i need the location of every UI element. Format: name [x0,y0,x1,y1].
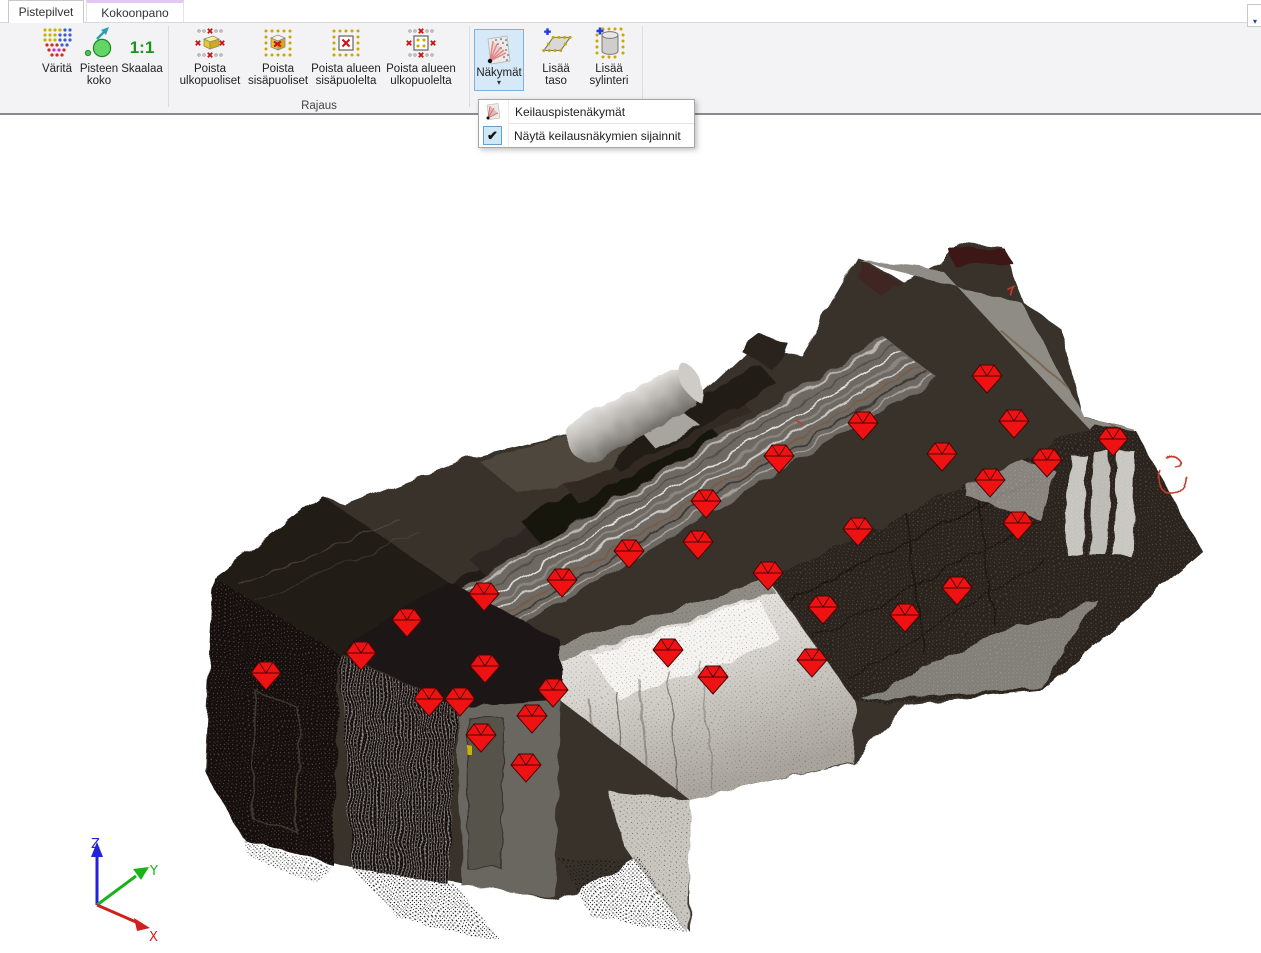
button-label: Lisää taso [532,63,580,87]
button-label: Poista alueen sisäpuolelta [309,63,383,87]
nakymat-button[interactable]: Näkymät ▾ [474,29,524,91]
skaalaa-button[interactable]: 1:1 Skaalaa [120,24,164,75]
ribbon-group-rajaus: Poista ulkopuoliset Poista sisäpuoliset [169,22,469,113]
poista-sisapuoliset-button[interactable]: Poista sisäpuoliset [247,24,309,87]
button-label: Väritä [42,63,72,75]
tab-pistepilvet[interactable]: Pistepilvet [8,0,84,23]
varita-button[interactable]: Väritä [36,24,78,75]
add-cylinder-icon [592,26,626,60]
delete-area-outside-icon [404,26,438,60]
y-axis-label: Y [149,864,158,879]
button-label: Skaalaa [121,63,163,75]
group-separator [642,26,643,107]
application-window: { "tabs": { "items": [ {"label": "Pistep… [0,0,1261,953]
poista-alueen-sisapuolelta-button[interactable]: Poista alueen sisäpuolelta [309,24,383,87]
menu-item-keilauspistenakymat[interactable]: Keilauspistenäkymät [479,100,694,123]
menu-item-label: Näytä keilausnäkymien sijainnit [514,129,681,143]
lisaa-sylinteri-button[interactable]: Lisää sylinteri [580,24,638,87]
x-axis-arrow [134,918,150,931]
button-label: Poista ulkopuoliset [173,63,247,87]
menu-item-nayta-keilausnakymien-sijainnit[interactable]: ✔ Näytä keilausnäkymien sijainnit [479,124,694,147]
pin-ribbon-button[interactable]: ▾ [1247,4,1261,27]
poista-alueen-ulkopuolelta-button[interactable]: Poista alueen ulkopuolelta [383,24,459,87]
dropdown-caret-icon: ▾ [497,79,501,87]
lisaa-taso-button[interactable]: Lisää taso [532,24,580,87]
svg-text:1:1: 1:1 [130,38,155,57]
colorize-points-icon [40,26,74,60]
button-label: Pisteen koko [78,63,120,87]
delete-inside-points-icon [261,26,295,60]
z-axis-label: Z [91,837,100,852]
ribbon-tab-bar: Pistepilvet Kokoonpano ▾ [0,0,1261,23]
point-cloud-building [204,242,1210,940]
scan-views-icon [482,33,516,67]
tab-kokoonpano[interactable]: Kokoonpano [86,0,184,22]
point-size-icon [82,26,116,60]
x-axis-label: X [149,930,158,945]
poista-ulkopuoliset-button[interactable]: Poista ulkopuoliset [173,24,247,87]
tab-label: Pistepilvet [19,5,74,19]
group-label-rajaus: Rajaus [169,100,469,112]
pisteen-koko-button[interactable]: Pisteen koko [78,24,120,87]
button-label: Poista sisäpuoliset [247,63,309,87]
button-label: Lisää sylinteri [580,63,638,87]
nakymat-dropdown-menu: Keilauspistenäkymät ✔ Näytä keilausnäkym… [478,99,695,148]
delete-outside-points-icon [193,26,227,60]
viewport-3d[interactable]: Z Y X [0,117,1261,953]
add-plane-icon [539,26,573,60]
scan-view-icon [483,102,503,122]
pin-icon: ▾ [1253,17,1257,26]
scale-icon: 1:1 [125,26,159,60]
tab-label: Kokoonpano [101,6,168,20]
button-label: Poista alueen ulkopuolelta [383,63,459,87]
menu-item-label: Keilauspistenäkymät [515,105,625,119]
ribbon-group-points: Väritä Pisteen koko 1:1 Skaalaa [0,22,168,113]
checked-checkbox-icon: ✔ [483,126,502,145]
axis-triad: Z Y X [91,837,158,945]
delete-area-inside-icon [329,26,363,60]
